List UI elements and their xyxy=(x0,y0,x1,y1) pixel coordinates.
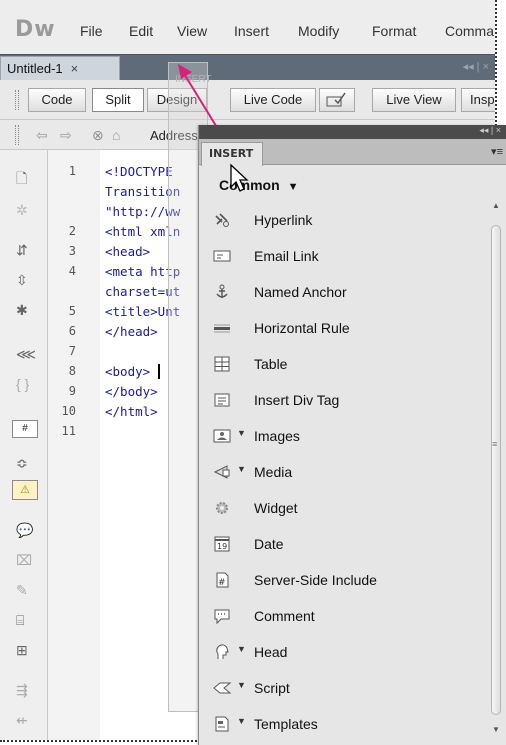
scroll-up-icon[interactable]: ▲ xyxy=(492,201,500,210)
panel-collapse-controls[interactable]: ◂◂ | × xyxy=(479,125,501,136)
div-tag-icon xyxy=(214,393,230,407)
scrollbar-thumb[interactable] xyxy=(491,225,501,715)
submenu-caret-icon: ▼ xyxy=(237,428,246,438)
insert-named-anchor[interactable]: Named Anchor xyxy=(199,278,489,308)
submenu-caret-icon: ▼ xyxy=(237,644,246,654)
templates-icon xyxy=(215,716,229,732)
insert-media[interactable]: ▼ Media xyxy=(199,458,489,488)
insert-horizontal-rule[interactable]: Horizontal Rule xyxy=(199,314,489,344)
images-icon xyxy=(213,429,231,443)
insert-widget[interactable]: Widget xyxy=(199,494,489,524)
insert-hyperlink[interactable]: Hyperlink xyxy=(199,206,489,236)
insert-table[interactable]: Table xyxy=(199,350,489,380)
svg-text:#: # xyxy=(218,578,226,588)
submenu-caret-icon: ▼ xyxy=(237,716,246,726)
insert-server-side-include[interactable]: # Server-Side Include xyxy=(199,566,489,596)
head-icon xyxy=(216,644,229,659)
svg-text:19: 19 xyxy=(217,542,227,551)
insert-script[interactable]: ▼ Script xyxy=(199,674,489,704)
submenu-caret-icon: ▼ xyxy=(237,464,246,474)
email-link-icon xyxy=(213,250,231,262)
named-anchor-icon xyxy=(216,284,228,298)
table-icon xyxy=(214,356,230,372)
scroll-grip-icon: ≡ xyxy=(492,439,498,449)
panel-scrollbar[interactable]: ▲ ≡ ▼ xyxy=(487,197,505,745)
insert-head[interactable]: ▼ Head xyxy=(199,638,489,668)
insert-images[interactable]: ▼ Images xyxy=(199,422,489,452)
scroll-down-icon[interactable]: ▼ xyxy=(492,725,500,734)
hyperlink-icon xyxy=(215,213,229,227)
panel-options-menu-icon[interactable]: ▾≡ xyxy=(491,145,503,158)
horizontal-rule-icon xyxy=(214,324,230,333)
server-side-include-icon: # xyxy=(216,572,229,588)
script-icon xyxy=(213,682,232,694)
media-icon xyxy=(213,465,230,479)
insert-email-link[interactable]: Email Link xyxy=(199,242,489,272)
insert-templates[interactable]: ▼ Templates xyxy=(199,710,489,740)
panel-tab-bar: INSERT ▾≡ xyxy=(199,139,506,166)
insert-comment[interactable]: Comment xyxy=(199,602,489,632)
insert-date[interactable]: 19 Date xyxy=(199,530,489,560)
insert-panel: ◂◂ | × INSERT ▾≡ Common ▼ Hyperlink Emai… xyxy=(198,125,506,745)
insert-div-tag[interactable]: Insert Div Tag xyxy=(199,386,489,416)
panel-title-bar[interactable]: ◂◂ | × xyxy=(199,125,506,139)
widget-icon xyxy=(216,502,228,514)
window-edge-bottom xyxy=(0,740,200,742)
mouse-cursor-icon xyxy=(230,163,249,192)
date-icon: 19 xyxy=(214,536,230,552)
submenu-caret-icon: ▼ xyxy=(237,680,246,690)
chevron-down-icon: ▼ xyxy=(287,181,299,193)
comment-icon xyxy=(214,609,230,625)
